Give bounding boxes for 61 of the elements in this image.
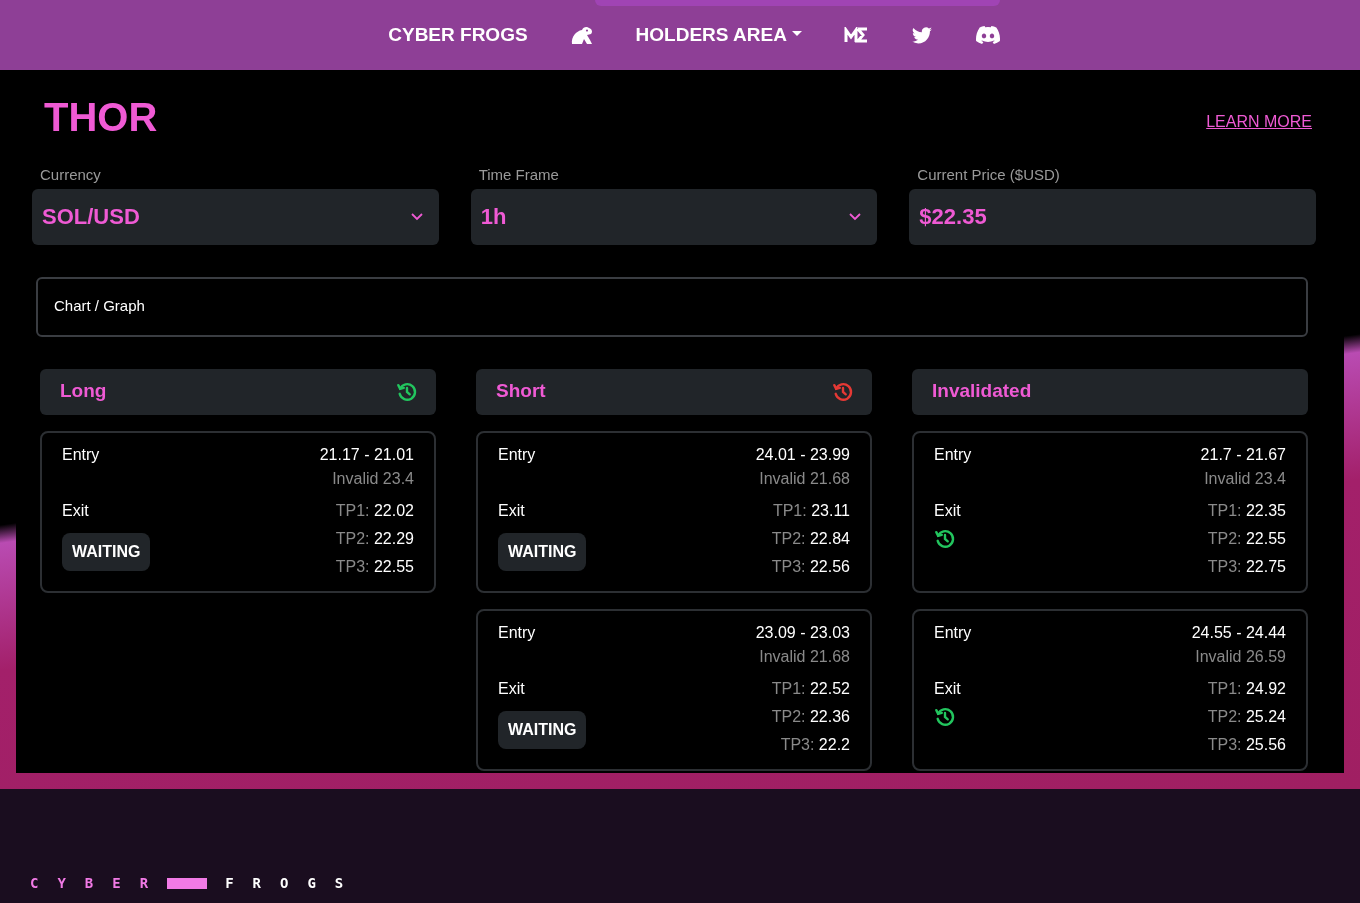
- exit-label: Exit: [498, 678, 526, 699]
- logo-bar: [167, 878, 208, 889]
- take-profit-line: TP1: 24.92: [1207, 678, 1286, 699]
- exit-label: Exit: [498, 500, 526, 521]
- select-field[interactable]: 1h: [470, 188, 878, 245]
- status-badge: WAITING: [62, 532, 151, 571]
- logo-text: FROGS: [225, 874, 363, 893]
- take-profit-line: TP2: 22.36: [771, 706, 850, 727]
- chevron-icon: [410, 212, 423, 221]
- brand-link[interactable]: CYBER FROGS: [368, 20, 548, 50]
- bird-icon[interactable]: [911, 26, 932, 44]
- take-profit-line: TP1: 22.02: [335, 500, 414, 521]
- take-profit-line: TP2: 22.29: [335, 528, 414, 549]
- invalid-price: Invalid 21.68: [758, 646, 850, 667]
- exit-label: Exit: [934, 678, 961, 699]
- entry-range: 24.01 - 23.99: [755, 444, 850, 465]
- entry-range: 21.7 - 21.67: [1200, 444, 1286, 465]
- entry-label: Entry: [934, 444, 972, 465]
- entry-range: 21.17 - 21.01: [319, 444, 414, 465]
- logo-text: CYBER: [30, 874, 168, 893]
- invalid-price: Invalid 23.4: [1203, 468, 1286, 489]
- price-display: $22.35: [909, 188, 1316, 245]
- column-title: Invalidated: [932, 379, 1032, 404]
- chevron-icon: [849, 212, 862, 221]
- status-badge: WAITING: [498, 532, 587, 571]
- take-profit-line: TP1: 22.35: [1207, 500, 1286, 521]
- column-title: Long: [60, 379, 107, 404]
- invalid-price: Invalid 23.4: [331, 468, 414, 489]
- take-profit-line: TP3: 25.56: [1207, 734, 1286, 755]
- holders-dropdown[interactable]: HOLDERS AREA: [615, 20, 822, 50]
- entry-label: Entry: [498, 622, 536, 643]
- entry-label: Entry: [498, 444, 536, 465]
- entry-range: 23.09 - 23.03: [755, 622, 850, 643]
- take-profit-line: TP1: 23.11: [771, 500, 850, 521]
- learn-more-link[interactable]: LEARN MORE: [1206, 110, 1312, 134]
- exit-label: Exit: [934, 500, 961, 521]
- game-controller-icon[interactable]: [975, 26, 1000, 44]
- take-profit-line: TP1: 22.52: [771, 678, 850, 699]
- take-profit-line: TP2: 22.84: [771, 528, 850, 549]
- take-profit-line: TP3: 22.2: [779, 734, 850, 755]
- entry-label: Entry: [934, 622, 972, 643]
- entry-range: 24.55 - 24.44: [1191, 622, 1286, 643]
- field-label: Time Frame: [478, 165, 560, 185]
- column-title: Short: [496, 379, 546, 404]
- field-label: Currency: [40, 165, 102, 185]
- select-field[interactable]: SOL/USD: [32, 188, 439, 245]
- take-profit-line: TP3: 22.56: [771, 556, 850, 577]
- zigzag-logo-icon[interactable]: [843, 27, 868, 43]
- take-profit-line: TP3: 22.75: [1207, 556, 1286, 577]
- field-label: Current Price ($USD): [917, 165, 1061, 185]
- status-badge: WAITING: [498, 710, 587, 749]
- invalid-price: Invalid 26.59: [1194, 646, 1286, 667]
- invalid-price: Invalid 21.68: [758, 468, 850, 489]
- take-profit-line: TP3: 22.55: [335, 556, 414, 577]
- frog-icon[interactable]: [569, 25, 594, 45]
- take-profit-line: TP2: 22.55: [1207, 528, 1286, 549]
- entry-label: Entry: [62, 444, 100, 465]
- exit-label: Exit: [62, 500, 90, 521]
- page-title: THOR: [44, 94, 158, 140]
- chart-panel: Chart / Graph: [36, 276, 1308, 337]
- take-profit-line: TP2: 25.24: [1207, 706, 1286, 727]
